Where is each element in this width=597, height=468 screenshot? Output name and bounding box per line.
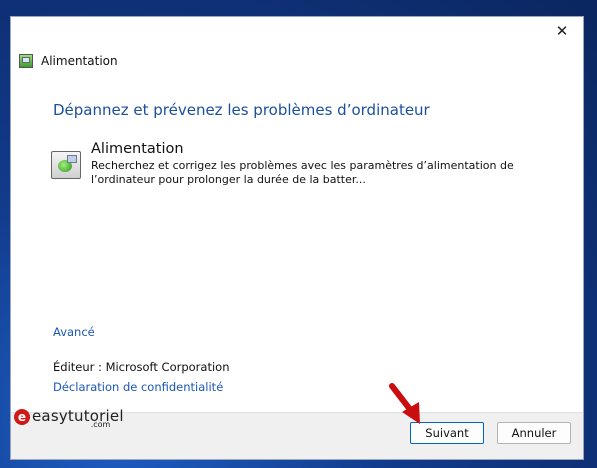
troubleshooter-window: ✕ Alimentation Dépannez et prévenez les … bbox=[10, 16, 584, 460]
close-icon: ✕ bbox=[555, 22, 569, 40]
watermark-logo-icon: e bbox=[14, 409, 30, 425]
publisher-line: Éditeur : Microsoft Corporation bbox=[53, 360, 230, 374]
troubleshooter-item: Alimentation Recherchez et corrigez les … bbox=[51, 141, 561, 187]
window-titlebar: Alimentation bbox=[11, 49, 583, 73]
privacy-statement-link[interactable]: Déclaration de confidentialité bbox=[53, 380, 223, 394]
red-arrow-icon bbox=[389, 383, 420, 424]
item-title: Alimentation bbox=[91, 141, 184, 157]
publisher-value: Microsoft Corporation bbox=[105, 360, 230, 374]
page-heading: Dépannez et prévenez les problèmes d’ord… bbox=[53, 101, 430, 119]
power-battery-icon bbox=[51, 151, 81, 179]
watermark: e easytutoriel .com bbox=[14, 406, 144, 429]
watermark-suffix: .com bbox=[90, 420, 111, 429]
publisher-label: Éditeur : bbox=[53, 360, 102, 374]
cancel-button[interactable]: Annuler bbox=[497, 422, 571, 444]
item-description: Recherchez et corrigez les problèmes ave… bbox=[91, 159, 514, 186]
close-button[interactable]: ✕ bbox=[547, 19, 577, 43]
window-title: Alimentation bbox=[41, 54, 118, 68]
advanced-link[interactable]: Avancé bbox=[53, 325, 95, 339]
power-troubleshooter-icon bbox=[19, 54, 33, 68]
